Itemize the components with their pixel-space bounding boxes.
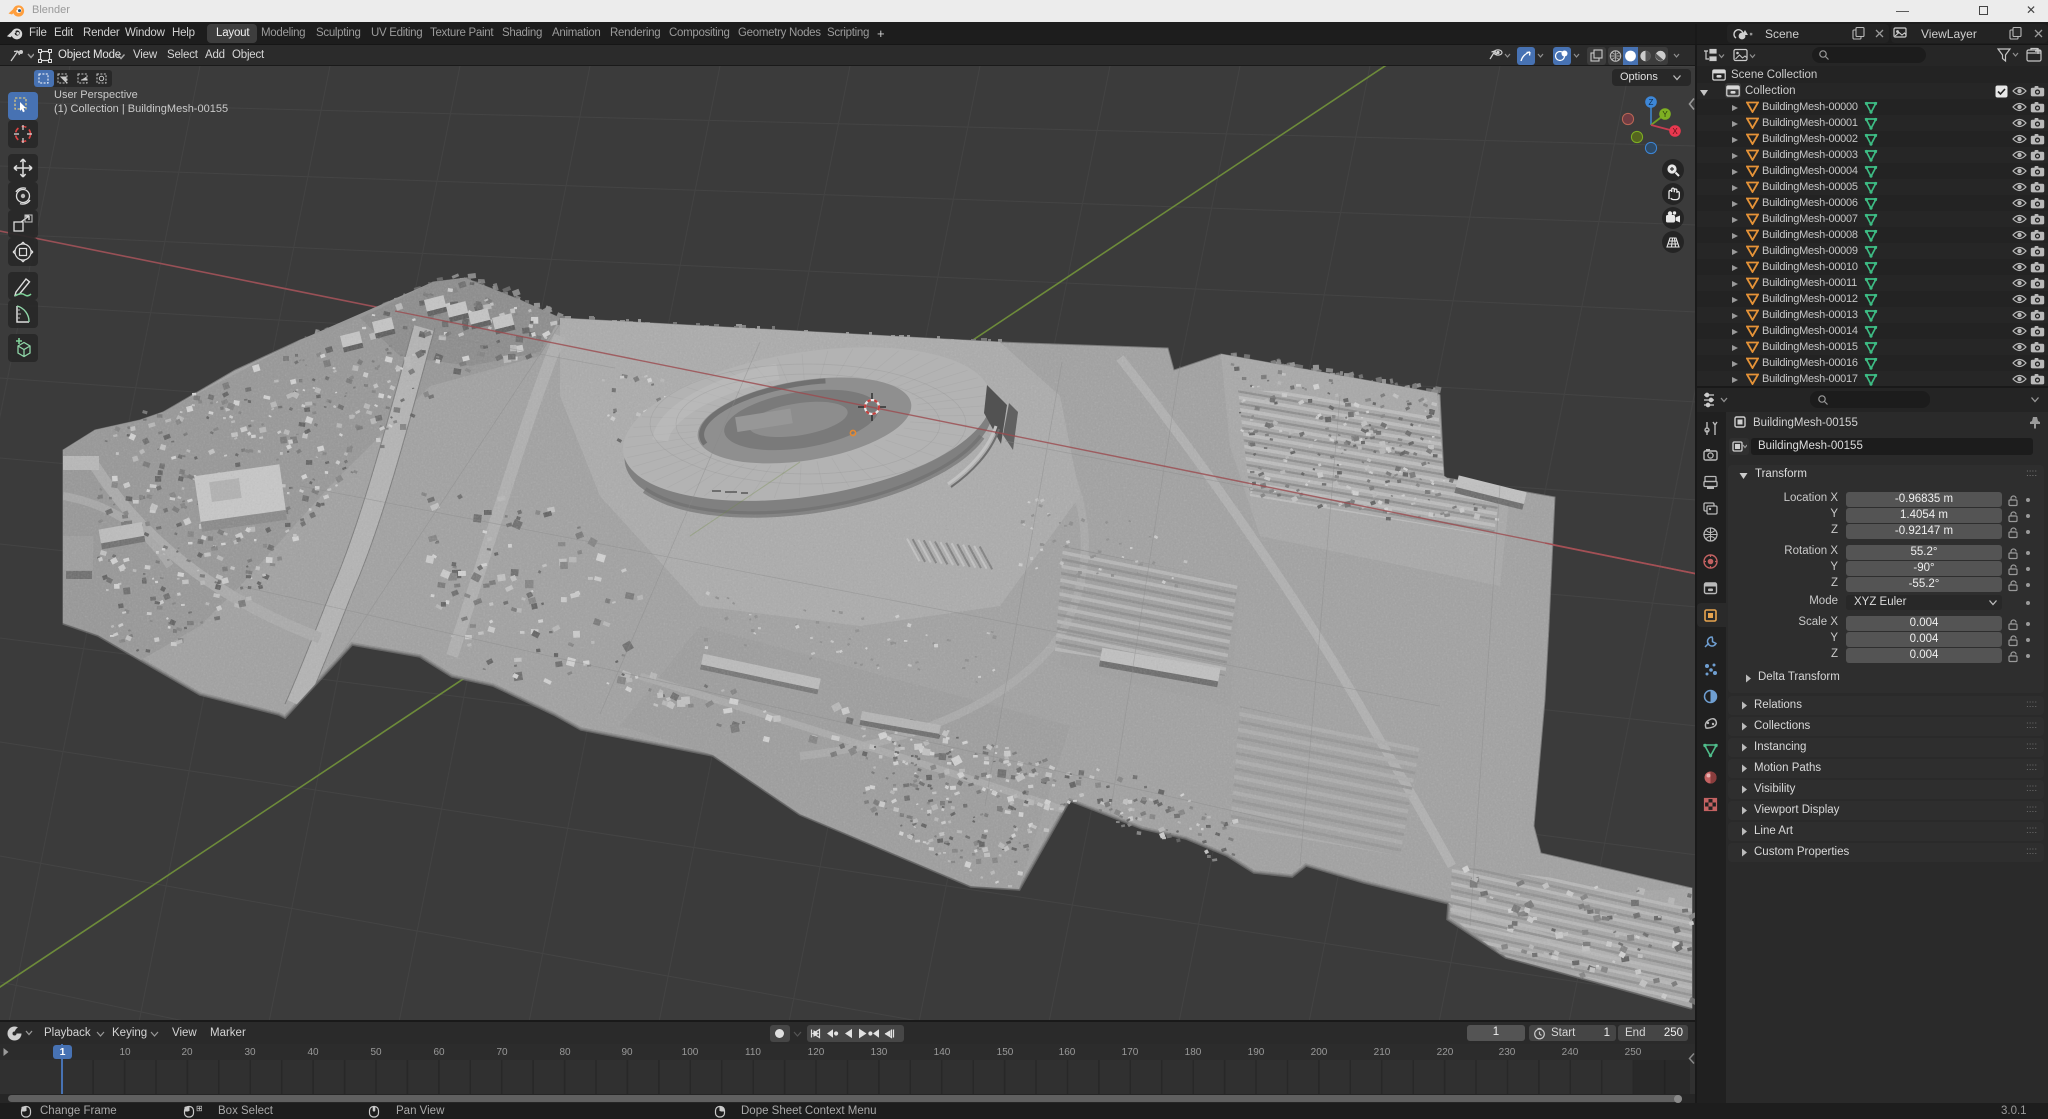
svg-text:Z: Z <box>1649 98 1654 107</box>
svg-text:X: X <box>1672 127 1678 136</box>
svg-text:Y: Y <box>1662 110 1668 119</box>
